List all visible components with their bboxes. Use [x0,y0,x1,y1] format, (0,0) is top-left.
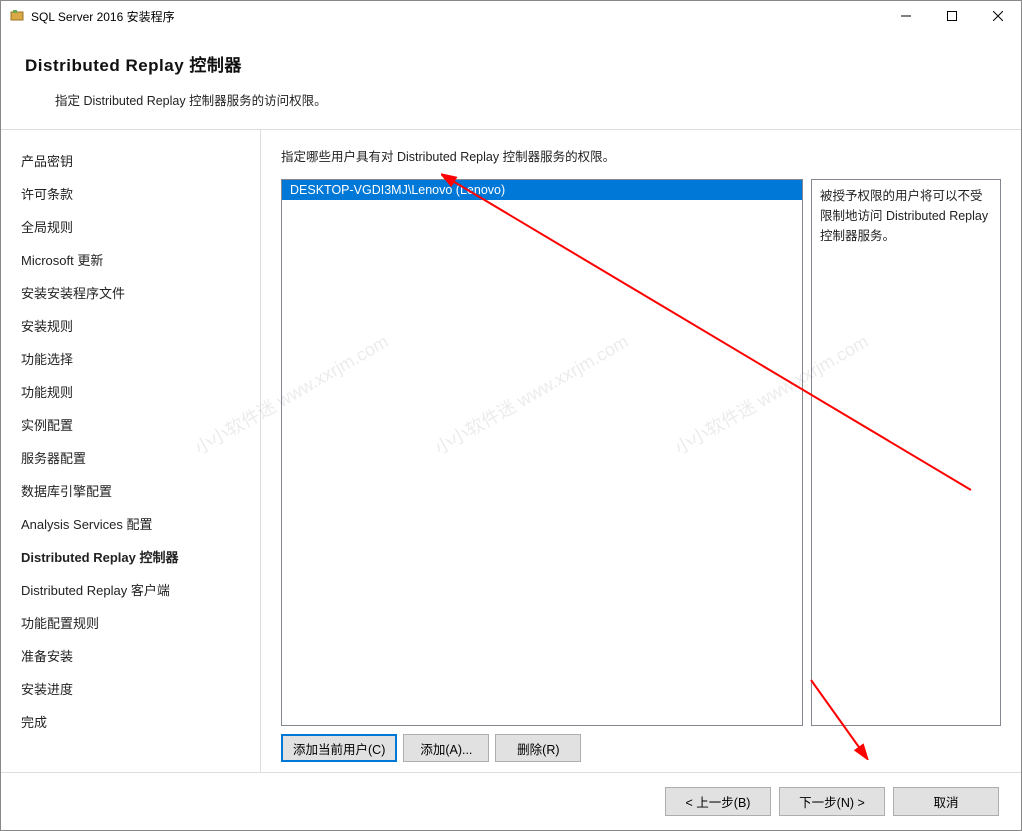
titlebar: SQL Server 2016 安装程序 [1,1,1021,31]
sidebar-item[interactable]: 服务器配置 [21,441,260,474]
user-listbox[interactable]: DESKTOP-VGDI3MJ\Lenovo (Lenovo) [281,179,803,726]
page-title: Distributed Replay 控制器 [25,51,1007,76]
back-button[interactable]: < 上一步(B) [665,787,771,816]
instruction-text: 指定哪些用户具有对 Distributed Replay 控制器服务的权限。 [281,146,1001,165]
sidebar-item[interactable]: 功能选择 [21,342,260,375]
add-button[interactable]: 添加(A)... [403,734,489,762]
sidebar-item[interactable]: 安装规则 [21,309,260,342]
app-icon [9,8,25,24]
sidebar-item[interactable]: 安装安装程序文件 [21,276,260,309]
cancel-button[interactable]: 取消 [893,787,999,816]
sidebar-item[interactable]: 功能配置规则 [21,606,260,639]
body: 产品密钥许可条款全局规则Microsoft 更新安装安装程序文件安装规则功能选择… [1,130,1021,772]
sidebar-item[interactable]: 产品密钥 [21,144,260,177]
panels-row: DESKTOP-VGDI3MJ\Lenovo (Lenovo) 被授予权限的用户… [281,179,1001,726]
main-panel: 指定哪些用户具有对 Distributed Replay 控制器服务的权限。 D… [261,130,1021,772]
user-buttons-row: 添加当前用户(C) 添加(A)... 删除(R) [281,734,1001,762]
info-panel: 被授予权限的用户将可以不受限制地访问 Distributed Replay 控制… [811,179,1001,726]
minimize-button[interactable] [883,1,929,31]
window-title: SQL Server 2016 安装程序 [31,8,175,25]
sidebar-item[interactable]: 许可条款 [21,177,260,210]
close-button[interactable] [975,1,1021,31]
sidebar-item[interactable]: 功能规则 [21,375,260,408]
next-button[interactable]: 下一步(N) > [779,787,885,816]
sidebar-item[interactable]: 准备安装 [21,639,260,672]
sidebar-item[interactable]: 实例配置 [21,408,260,441]
sidebar-item[interactable]: Distributed Replay 控制器 [21,540,260,573]
sidebar-item[interactable]: 数据库引擎配置 [21,474,260,507]
add-current-user-button[interactable]: 添加当前用户(C) [281,734,397,762]
sidebar-item[interactable]: Analysis Services 配置 [21,507,260,540]
installer-window: SQL Server 2016 安装程序 Distributed Replay … [0,0,1022,831]
user-list-item[interactable]: DESKTOP-VGDI3MJ\Lenovo (Lenovo) [282,180,802,200]
page-subtitle: 指定 Distributed Replay 控制器服务的访问权限。 [55,90,1007,109]
footer: < 上一步(B) 下一步(N) > 取消 [1,772,1021,830]
remove-button[interactable]: 删除(R) [495,734,581,762]
sidebar-item[interactable]: 完成 [21,705,260,738]
sidebar: 产品密钥许可条款全局规则Microsoft 更新安装安装程序文件安装规则功能选择… [1,130,261,772]
sidebar-item[interactable]: 安装进度 [21,672,260,705]
sidebar-item[interactable]: Microsoft 更新 [21,243,260,276]
maximize-button[interactable] [929,1,975,31]
sidebar-item[interactable]: Distributed Replay 客户端 [21,573,260,606]
sidebar-item[interactable]: 全局规则 [21,210,260,243]
page-header: Distributed Replay 控制器 指定 Distributed Re… [1,31,1021,130]
